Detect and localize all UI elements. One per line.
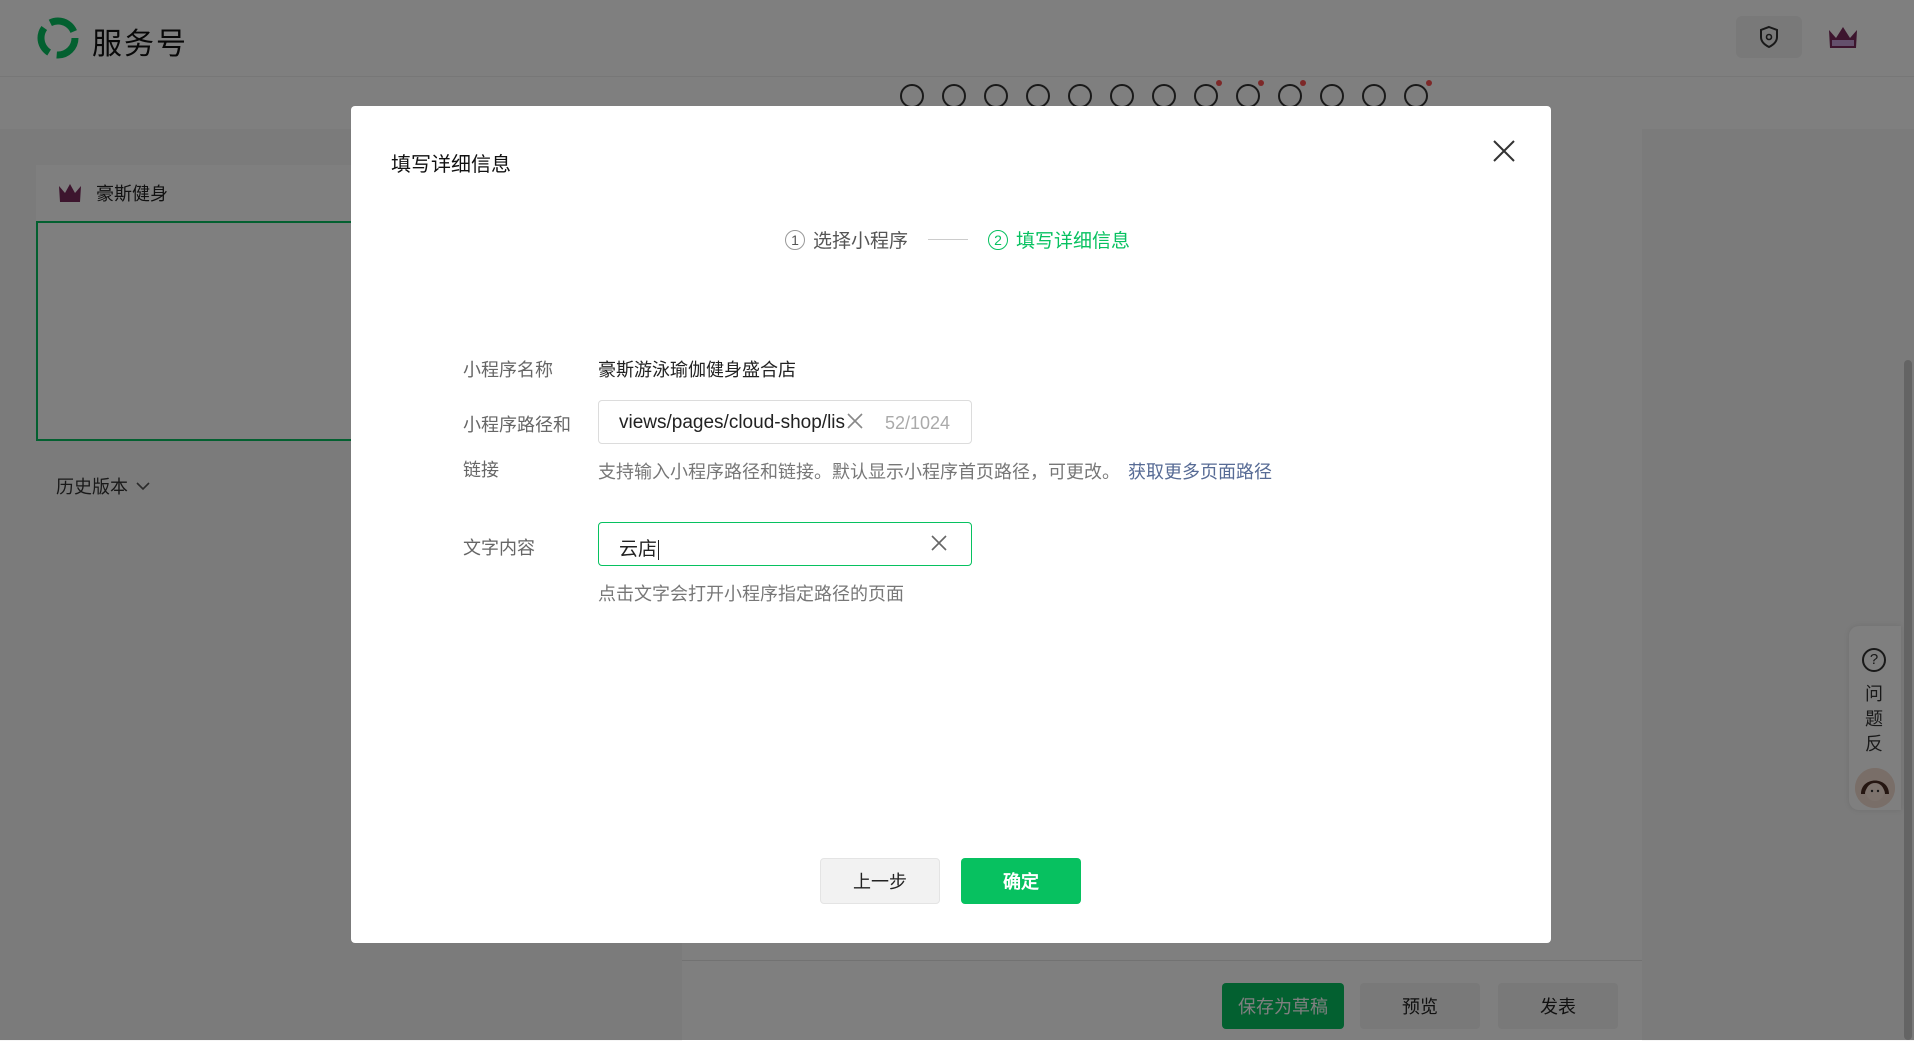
- miniprogram-detail-dialog: 填写详细信息 1 选择小程序 2 填写详细信息 小程序名称 豪斯游泳瑜伽健身盛合…: [351, 106, 1551, 943]
- step-number: 1: [785, 229, 805, 250]
- clear-icon[interactable]: [845, 411, 865, 431]
- text-content-input[interactable]: 云店: [598, 522, 972, 566]
- miniprogram-name-label: 小程序名称: [463, 360, 553, 380]
- confirm-button[interactable]: 确定: [961, 858, 1081, 904]
- step-label: 填写详细信息: [1016, 231, 1131, 252]
- more-paths-link[interactable]: 获取更多页面路径: [1128, 462, 1272, 482]
- step-label: 选择小程序: [813, 231, 909, 252]
- path-hint-text: 支持输入小程序路径和链接。默认显示小程序首页路径，可更改。: [598, 462, 1120, 482]
- path-input-value: views/pages/cloud-shop/lis: [619, 412, 846, 433]
- text-content-value: 云店: [619, 539, 660, 560]
- step-number: 2: [988, 229, 1009, 250]
- path-hint: 支持输入小程序路径和链接。默认显示小程序首页路径，可更改。 获取更多页面路径: [598, 458, 1272, 484]
- path-label-line1: 小程序路径和: [463, 415, 571, 435]
- path-char-count: 52/1024: [885, 413, 951, 433]
- text-content-hint: 点击文字会打开小程序指定路径的页面: [598, 584, 904, 604]
- text-content-label: 文字内容: [463, 538, 535, 558]
- step-indicator: 1 选择小程序 2 填写详细信息: [785, 226, 1130, 253]
- miniprogram-name-value: 豪斯游泳瑜伽健身盛合店: [598, 360, 796, 380]
- clear-icon[interactable]: [929, 533, 949, 553]
- previous-step-button[interactable]: 上一步: [820, 858, 940, 904]
- step-divider: [928, 239, 969, 240]
- dialog-title: 填写详细信息: [391, 154, 511, 176]
- step-select-miniprogram: 1 选择小程序: [785, 226, 908, 253]
- step-fill-details: 2 填写详细信息: [988, 226, 1130, 253]
- path-input[interactable]: views/pages/cloud-shop/lis 52/1024: [598, 400, 972, 444]
- path-label-line2: 链接: [463, 460, 499, 480]
- close-icon[interactable]: [1487, 134, 1521, 168]
